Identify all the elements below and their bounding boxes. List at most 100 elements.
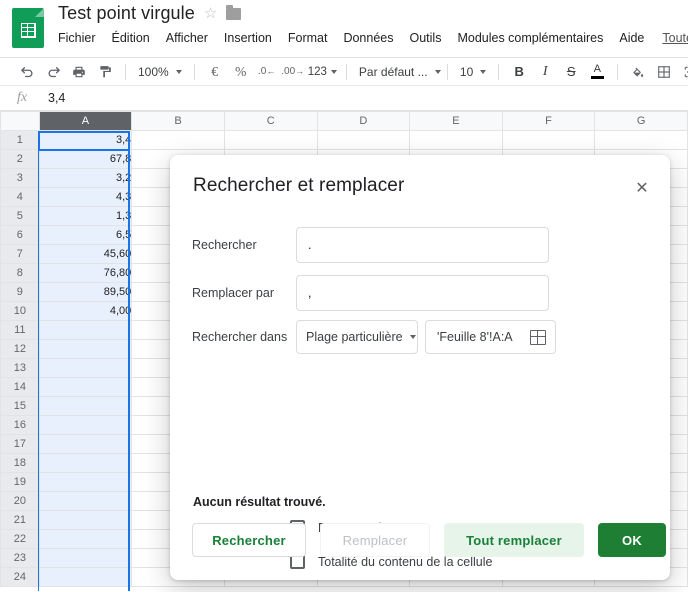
cell-A16[interactable] (38, 415, 133, 435)
menu-item-format[interactable]: Format (280, 29, 336, 47)
search-scope-select[interactable]: Plage particulière (296, 320, 418, 354)
cell-A4[interactable]: 4,3 (38, 187, 133, 207)
row-header-12[interactable]: 12 (0, 339, 40, 359)
row-header-9[interactable]: 9 (0, 282, 40, 302)
fill-color-icon[interactable] (625, 60, 651, 84)
find-button[interactable]: Rechercher (192, 523, 306, 557)
cell-A12[interactable] (38, 339, 133, 359)
column-header-d[interactable]: D (316, 111, 411, 131)
menu-item-outils[interactable]: Outils (402, 29, 450, 47)
cell-B1[interactable] (131, 130, 225, 150)
find-input[interactable] (296, 227, 549, 263)
undo-icon[interactable] (14, 60, 40, 84)
currency-format-icon[interactable]: € (202, 60, 228, 84)
column-header-c[interactable]: C (223, 111, 318, 131)
column-header-a[interactable]: A (38, 111, 133, 131)
menu-item-modules-complementaires[interactable]: Modules complémentaires (449, 29, 611, 47)
row-header-17[interactable]: 17 (0, 434, 40, 454)
row-header-13[interactable]: 13 (0, 358, 40, 378)
row-header-22[interactable]: 22 (0, 529, 40, 549)
menu-item-insertion[interactable]: Insertion (216, 29, 280, 47)
cell-C1[interactable] (223, 130, 318, 150)
cell-A18[interactable] (38, 453, 133, 473)
close-icon[interactable]: ✕ (632, 179, 652, 199)
row-header-11[interactable]: 11 (0, 320, 40, 340)
row-header-16[interactable]: 16 (0, 415, 40, 435)
cell-A23[interactable] (38, 548, 133, 568)
cell-A2[interactable]: 67,8 (38, 149, 133, 169)
paint-format-icon[interactable] (92, 60, 118, 84)
row-header-15[interactable]: 15 (0, 396, 40, 416)
row-header-24[interactable]: 24 (0, 567, 40, 587)
cell-A21[interactable] (38, 510, 133, 530)
row-header-2[interactable]: 2 (0, 149, 40, 169)
menu-item-aide[interactable]: Aide (611, 29, 652, 47)
cell-A5[interactable]: 1,3 (38, 206, 133, 226)
cell-A24[interactable] (38, 567, 133, 587)
menu-item-fichier[interactable]: Fichier (58, 29, 104, 47)
cell-A22[interactable] (38, 529, 133, 549)
cell-G1[interactable] (594, 130, 688, 150)
cell-A7[interactable]: 45,60 (38, 244, 133, 264)
grid-range-picker-icon[interactable] (530, 329, 546, 345)
row-header-8[interactable]: 8 (0, 263, 40, 283)
cell-F1[interactable] (501, 130, 596, 150)
save-status-link[interactable]: Toute (652, 31, 688, 45)
cell-A9[interactable]: 89,50 (38, 282, 133, 302)
cell-A3[interactable]: 3,2 (38, 168, 133, 188)
replace-all-button[interactable]: Tout remplacer (444, 523, 584, 557)
borders-icon[interactable] (651, 60, 677, 84)
formula-input[interactable]: 3,4 (44, 91, 65, 105)
row-header-18[interactable]: 18 (0, 453, 40, 473)
print-icon[interactable] (66, 60, 92, 84)
percent-format-icon[interactable]: % (228, 60, 254, 84)
cell-A17[interactable] (38, 434, 133, 454)
row-header-4[interactable]: 4 (0, 187, 40, 207)
cell-A13[interactable] (38, 358, 133, 378)
cell-A1[interactable]: 3,4 (38, 130, 133, 150)
bold-icon[interactable]: B (506, 60, 532, 84)
row-header-5[interactable]: 5 (0, 206, 40, 226)
text-color-icon[interactable]: A (584, 60, 610, 84)
column-header-b[interactable]: B (131, 111, 225, 131)
cell-A10[interactable]: 4,00 (38, 301, 133, 321)
ok-button[interactable]: OK (598, 523, 666, 557)
cell-A6[interactable]: 6,5 (38, 225, 133, 245)
strikethrough-icon[interactable]: S (558, 60, 584, 84)
row-header-10[interactable]: 10 (0, 301, 40, 321)
cell-A19[interactable] (38, 472, 133, 492)
cell-A11[interactable] (38, 320, 133, 340)
menu-item-afficher[interactable]: Afficher (158, 29, 216, 47)
row-header-20[interactable]: 20 (0, 491, 40, 511)
folder-icon[interactable] (226, 4, 242, 20)
star-icon[interactable]: ☆ (204, 6, 217, 21)
column-header-g[interactable]: G (594, 111, 688, 131)
row-header-23[interactable]: 23 (0, 548, 40, 568)
replace-input[interactable] (296, 275, 549, 311)
menu-item-edition[interactable]: Édition (104, 29, 158, 47)
document-title[interactable]: Test point virgule (58, 3, 195, 24)
cell-A8[interactable]: 76,80 (38, 263, 133, 283)
row-header-6[interactable]: 6 (0, 225, 40, 245)
zoom-selector[interactable]: 100% (133, 61, 187, 83)
row-header-19[interactable]: 19 (0, 472, 40, 492)
increase-decimal-icon[interactable]: .00→ (280, 60, 306, 84)
row-header-7[interactable]: 7 (0, 244, 40, 264)
row-header-1[interactable]: 1 (0, 130, 40, 150)
merge-cells-icon[interactable] (677, 60, 688, 84)
decrease-decimal-icon[interactable]: .0← (254, 60, 280, 84)
font-size-selector[interactable]: 10 (455, 61, 491, 83)
row-header-14[interactable]: 14 (0, 377, 40, 397)
cell-A15[interactable] (38, 396, 133, 416)
row-header-21[interactable]: 21 (0, 510, 40, 530)
cell-A14[interactable] (38, 377, 133, 397)
cell-E1[interactable] (409, 130, 503, 150)
select-all-corner[interactable] (0, 111, 40, 131)
number-format-selector[interactable]: 123 (306, 61, 339, 83)
italic-icon[interactable]: I (532, 60, 558, 84)
menu-item-donnees[interactable]: Données (335, 29, 401, 47)
redo-icon[interactable] (40, 60, 66, 84)
column-header-e[interactable]: E (409, 111, 503, 131)
cell-D1[interactable] (316, 130, 411, 150)
font-family-selector[interactable]: Par défaut ... (354, 61, 441, 83)
